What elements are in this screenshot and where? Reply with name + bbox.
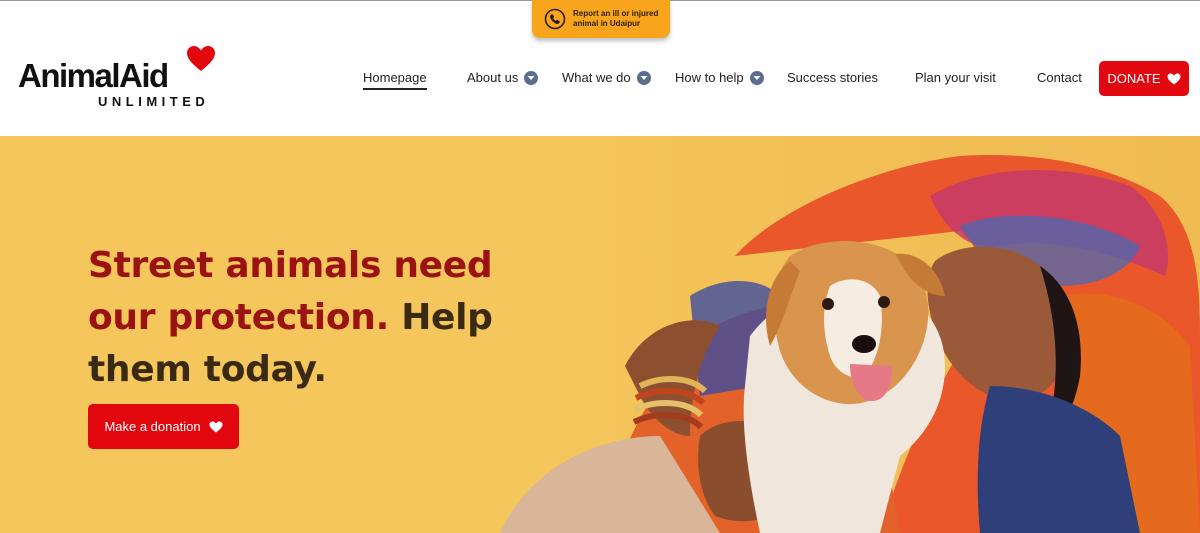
report-tab-text: Report an ill or injured animal in Udaip… <box>573 9 659 28</box>
report-animal-tab[interactable]: Report an ill or injured animal in Udaip… <box>532 0 670 38</box>
donate-button[interactable]: DONATE <box>1099 61 1189 96</box>
chevron-down-icon[interactable] <box>636 70 651 85</box>
nav-item-label: Success stories <box>787 70 879 85</box>
nav-item-label: About us <box>467 70 519 85</box>
nav-item-label: Homepage <box>363 70 427 90</box>
phone-icon <box>544 8 566 30</box>
heart-icon <box>1167 73 1181 84</box>
nav-item-plan-your-visit[interactable]: Plan your visit <box>915 70 996 85</box>
chevron-down-icon[interactable] <box>749 70 764 85</box>
nav-item-what-we-do[interactable]: What we do <box>562 70 651 85</box>
nav-item-contact[interactable]: Contact <box>1037 70 1082 85</box>
nav-item-label: What we do <box>562 70 631 85</box>
hero-section: Street animals need our protection. Help… <box>0 136 1200 533</box>
nav-item-about-us[interactable]: About us <box>467 70 539 85</box>
nav-item-how-to-help[interactable]: How to help <box>675 70 764 85</box>
make-donation-label: Make a donation <box>104 419 201 434</box>
nav-item-label: Plan your visit <box>915 70 996 85</box>
hero-headline: Street animals need our protection. Help… <box>88 240 558 396</box>
nav-item-homepage[interactable]: Homepage <box>363 70 427 90</box>
nav-item-label: How to help <box>675 70 744 85</box>
nav-item-label: Contact <box>1037 70 1082 85</box>
heart-icon <box>209 421 223 432</box>
chevron-down-icon[interactable] <box>524 70 539 85</box>
make-donation-button[interactable]: Make a donation <box>88 404 239 449</box>
donate-button-label: DONATE <box>1107 71 1161 86</box>
nav-item-success-stories[interactable]: Success stories <box>787 70 878 85</box>
